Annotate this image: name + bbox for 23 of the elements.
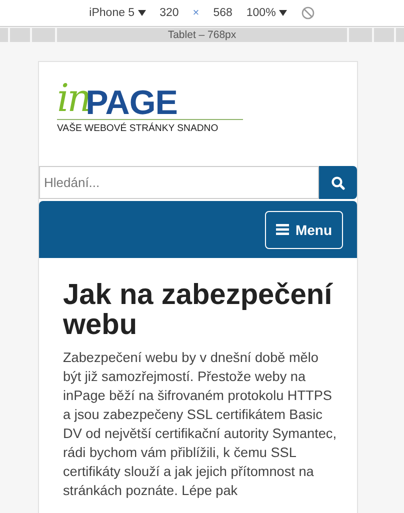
media-query-segment[interactable] (10, 28, 30, 42)
width-value[interactable]: 320 (160, 7, 179, 19)
media-query-segment[interactable] (374, 28, 394, 42)
caret-icon (278, 10, 287, 16)
media-query-segment[interactable] (0, 28, 8, 42)
media-query-segment[interactable] (349, 28, 372, 42)
search-button[interactable] (319, 166, 357, 199)
media-query-segment[interactable] (32, 28, 55, 42)
search-icon (331, 176, 345, 190)
times-sign: × (192, 7, 200, 19)
article-title: Jak na zabezpečení webu (63, 280, 334, 340)
rotate-icon[interactable] (300, 6, 315, 20)
caret-icon (138, 10, 146, 16)
device-select[interactable]: iPhone 5 (89, 7, 146, 19)
menu-button[interactable]: Menu (265, 210, 343, 248)
menu-icon (276, 224, 290, 235)
zoom-select[interactable]: 100% (246, 7, 287, 19)
media-query-bar[interactable]: Tablet – 768px (57, 28, 347, 42)
search-field[interactable]: Hledání... (39, 166, 319, 199)
article-paragraph: Zabezpečení webu by v dnešní době mělo být již samozřejmostí. Přestože weby na inPage běží na šifrovaném protokolu HTTPS a jsou zabezpečeny SSL certifikátem Basic DV od největší certifikační autority Symantec, rádi bychom vám přiblížili, k čemu SSL certifikáty slouží a jak jejich přítomnost na stránkách poznáte. Lépe pak (63, 349, 338, 500)
media-query-segment[interactable] (396, 28, 404, 42)
height-value[interactable]: 568 (213, 7, 232, 19)
logo[interactable]: inPAGE VAŠE WEBOVÉ STRÁNKY SNADNO (57, 76, 243, 134)
